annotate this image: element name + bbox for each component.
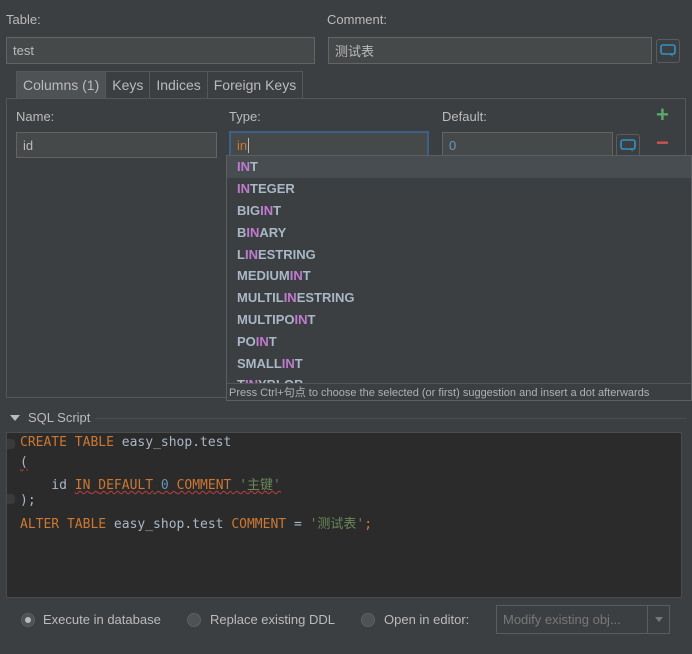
suggestion-suffix: ESTRING bbox=[296, 290, 355, 306]
suggestion-match: IN bbox=[246, 224, 260, 240]
comment-icon bbox=[660, 44, 676, 57]
column-name-label: Name: bbox=[16, 109, 55, 124]
suggestion-match: IN bbox=[294, 311, 308, 327]
fold-marker-icon bbox=[7, 439, 15, 449]
suggestion-prefix: BIG bbox=[237, 202, 261, 218]
suggestion-suffix: TEGER bbox=[250, 181, 295, 197]
sql-keyword: COMMENT bbox=[176, 478, 232, 493]
tab-columns[interactable]: Columns (1) bbox=[16, 71, 107, 98]
suggestion-prefix: PO bbox=[237, 333, 256, 349]
suggestion-prefix: MULTIPO bbox=[237, 311, 295, 327]
autocomplete-list: IN T IN TEGER BIG IN T B IN ARY L IN ESTRING MEDIUM IN… bbox=[227, 156, 691, 385]
suggestion-match: IN bbox=[289, 268, 303, 284]
sql-text: id bbox=[20, 478, 75, 493]
sql-keyword: ALTER TABLE bbox=[20, 517, 107, 532]
suggestion-match: IN bbox=[237, 181, 250, 197]
autocomplete-item[interactable]: MULTIL IN ESTRING bbox=[227, 287, 691, 309]
sql-editor[interactable]: CREATE TABLE easy_shop.test ( id IN DEFA… bbox=[6, 432, 682, 598]
autocomplete-item[interactable]: IN T bbox=[227, 156, 691, 178]
tab-bar: Columns (1) Keys Indices Foreign Keys bbox=[16, 71, 304, 98]
column-name-input[interactable]: id bbox=[16, 132, 217, 158]
sql-string: '测试表' bbox=[309, 517, 365, 532]
sql-text: = bbox=[286, 517, 310, 532]
sql-text: ( bbox=[20, 455, 28, 470]
autocomplete-item[interactable]: B IN ARY bbox=[227, 221, 691, 243]
autocomplete-item[interactable]: MEDIUM IN T bbox=[227, 265, 691, 287]
collapse-triangle-icon bbox=[10, 414, 20, 421]
sql-section-title: SQL Script bbox=[28, 410, 91, 425]
sql-keyword: IN bbox=[74, 478, 91, 493]
column-type-value: in bbox=[237, 137, 250, 153]
autocomplete-item[interactable]: SMALL IN T bbox=[227, 352, 691, 374]
suggestion-match: IN bbox=[281, 355, 295, 371]
table-label: Table: bbox=[6, 12, 41, 27]
sql-string: '主键' bbox=[239, 478, 281, 493]
autocomplete-item[interactable]: MULTIPO IN T bbox=[227, 309, 691, 331]
sql-keyword: CREATE TABLE bbox=[20, 435, 114, 450]
suggestion-suffix: T bbox=[273, 202, 282, 218]
suggestion-match: IN bbox=[260, 202, 274, 218]
suggestion-prefix: SMALL bbox=[237, 355, 282, 371]
suggestion-suffix: ESTRING bbox=[257, 246, 316, 262]
replace-ddl-label: Replace existing DDL bbox=[210, 612, 336, 627]
remove-column-button[interactable]: − bbox=[656, 131, 669, 155]
suggestion-prefix: B bbox=[237, 224, 247, 240]
comment-icon bbox=[620, 139, 636, 152]
code-line-5: ALTER TABLE easy_shop.test COMMENT = '测试… bbox=[20, 513, 372, 532]
tab-keys[interactable]: Keys bbox=[105, 71, 151, 98]
sql-keyword: DEFAULT bbox=[98, 478, 154, 493]
suggestion-suffix: T bbox=[250, 159, 258, 175]
suggestion-suffix: T bbox=[268, 333, 277, 349]
open-in-editor-radio[interactable] bbox=[361, 613, 375, 627]
suggestion-prefix: L bbox=[237, 246, 245, 262]
section-divider bbox=[95, 418, 686, 419]
suggestion-suffix: T bbox=[294, 355, 303, 371]
autocomplete-item[interactable]: L IN ESTRING bbox=[227, 243, 691, 265]
table-comment-input[interactable]: 测试表 bbox=[328, 37, 652, 64]
suggestion-match: IN bbox=[237, 159, 250, 175]
code-line-3: id IN DEFAULT 0 COMMENT '主键' bbox=[20, 474, 281, 493]
open-in-editor-label: Open in editor: bbox=[384, 612, 470, 627]
suggestion-suffix: T bbox=[307, 311, 316, 327]
autocomplete-item[interactable]: PO IN T bbox=[227, 330, 691, 352]
tab-foreign-keys[interactable]: Foreign Keys bbox=[206, 71, 304, 98]
suggestion-suffix: ARY bbox=[259, 224, 287, 240]
editor-mode-value: Modify existing obj... bbox=[503, 612, 621, 627]
editor-mode-select[interactable]: Modify existing obj... bbox=[496, 605, 670, 634]
chevron-down-icon bbox=[647, 606, 669, 633]
fold-marker-icon bbox=[7, 494, 15, 504]
column-type-label: Type: bbox=[229, 109, 261, 124]
autocomplete-item[interactable]: BIG IN T bbox=[227, 200, 691, 222]
tab-indices[interactable]: Indices bbox=[149, 71, 208, 98]
suggestion-match: IN bbox=[255, 333, 269, 349]
execute-in-database-label: Execute in database bbox=[43, 612, 161, 627]
table-name-input[interactable]: test bbox=[6, 37, 315, 64]
sql-text: easy_shop.test bbox=[113, 435, 232, 450]
sql-keyword: COMMENT bbox=[231, 517, 287, 532]
suggestion-suffix: T bbox=[302, 268, 311, 284]
sql-text: easy_shop.test bbox=[106, 517, 232, 532]
sql-number: 0 bbox=[160, 478, 169, 493]
suggestion-prefix: MEDIUM bbox=[237, 268, 290, 284]
suggestion-match: IN bbox=[244, 246, 258, 262]
column-default-label: Default: bbox=[442, 109, 487, 124]
sql-section-header[interactable]: SQL Script bbox=[10, 410, 90, 425]
autocomplete-popup: IN T IN TEGER BIG IN T B IN ARY L IN ESTRING MEDIUM IN… bbox=[226, 155, 692, 401]
add-column-button[interactable]: + bbox=[656, 103, 669, 127]
code-line-4: ); bbox=[20, 493, 36, 508]
execute-in-database-radio[interactable] bbox=[21, 613, 35, 627]
autocomplete-item[interactable]: IN TEGER bbox=[227, 178, 691, 200]
sql-text: ); bbox=[20, 493, 36, 508]
suggestion-prefix: MULTIL bbox=[237, 290, 284, 306]
comment-label: Comment: bbox=[327, 12, 387, 27]
sql-text: ; bbox=[364, 517, 373, 532]
code-line-1: CREATE TABLE easy_shop.test bbox=[20, 435, 231, 450]
suggestion-match: IN bbox=[283, 290, 297, 306]
comment-expand-button[interactable] bbox=[656, 39, 680, 63]
code-line-2: ( bbox=[20, 455, 28, 470]
replace-ddl-radio[interactable] bbox=[187, 613, 201, 627]
autocomplete-hint: Press Ctrl+句点 to choose the selected (or… bbox=[227, 383, 691, 400]
